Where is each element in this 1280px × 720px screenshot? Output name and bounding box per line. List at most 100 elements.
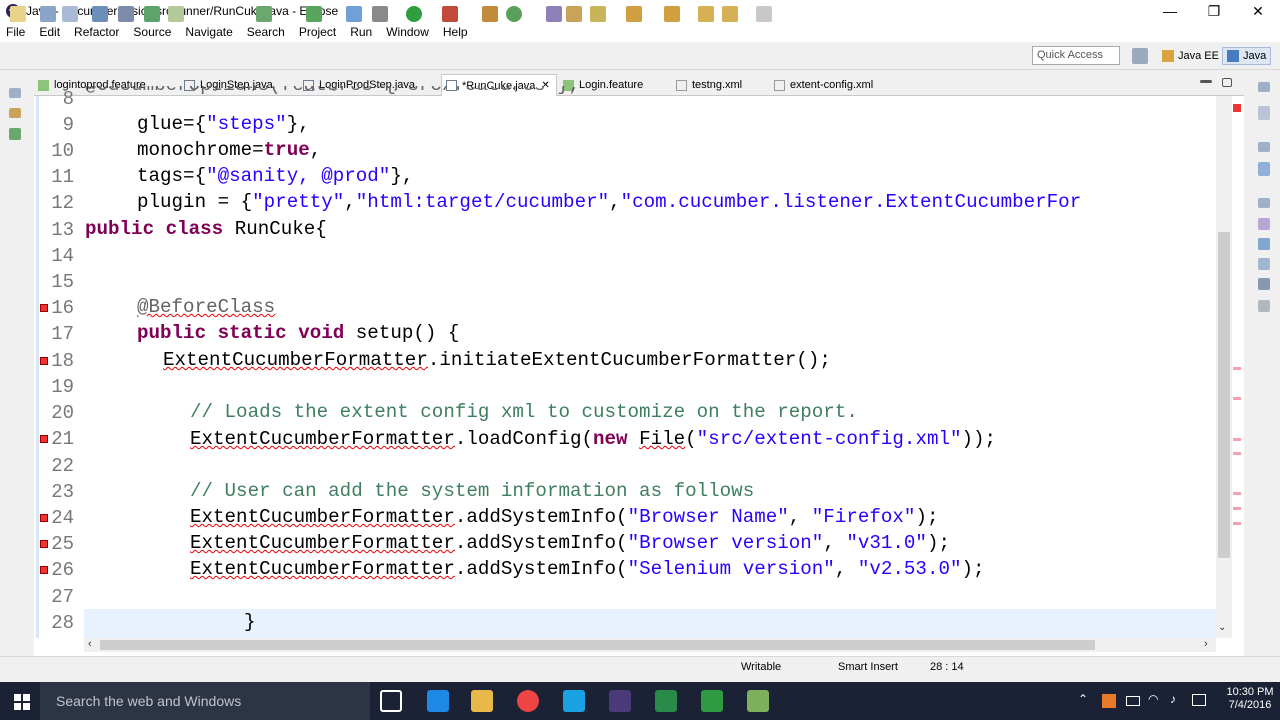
quick-access-input[interactable]: Quick Access — [1032, 46, 1120, 65]
tray-app-icon[interactable] — [1102, 694, 1116, 708]
menu-search[interactable]: Search — [247, 25, 285, 39]
save-icon[interactable] — [40, 6, 56, 22]
back-icon[interactable] — [698, 6, 714, 22]
overview-marker[interactable] — [1233, 507, 1241, 510]
scroll-down-icon[interactable]: ⌄ — [1218, 622, 1226, 633]
annotation-icon[interactable] — [590, 6, 606, 22]
error-marker-icon[interactable] — [40, 357, 48, 365]
error-overview-icon[interactable] — [1233, 104, 1241, 112]
overview-marker[interactable] — [1233, 492, 1241, 495]
package-explorer-icon[interactable] — [9, 108, 21, 118]
notepad-icon[interactable] — [747, 690, 769, 712]
overview-marker[interactable] — [1233, 397, 1241, 400]
edge-icon[interactable] — [427, 690, 449, 712]
new-icon[interactable] — [10, 6, 26, 22]
clock-date: 7/4/2016 — [1228, 699, 1272, 711]
overview-marker[interactable] — [1233, 522, 1241, 525]
menu-run[interactable]: Run — [350, 25, 372, 39]
code-line-26: ExtentCucumberFormatter.addSystemInfo("S… — [190, 558, 985, 580]
perspective-java[interactable]: Java — [1222, 47, 1272, 65]
code-identifier: ExtentCucumberFormatter — [190, 532, 455, 554]
pin-icon[interactable] — [756, 6, 772, 22]
show-hidden-icons-icon[interactable]: ⌃ — [1078, 692, 1088, 706]
progress-icon[interactable] — [1258, 300, 1270, 312]
code-token: .loadConfig( — [454, 428, 594, 450]
problems-icon[interactable] — [1258, 218, 1270, 230]
menu-source[interactable]: Source — [133, 25, 171, 39]
error-marker-icon[interactable] — [40, 514, 48, 522]
task-list-icon[interactable] — [1258, 106, 1270, 120]
chrome-icon[interactable] — [517, 690, 539, 712]
check-icon[interactable] — [306, 6, 322, 22]
close-button[interactable]: ✕ — [1236, 0, 1280, 22]
menu-navigate[interactable]: Navigate — [185, 25, 232, 39]
code-line-8: @CucumberOptions(features={"src/features… — [85, 86, 1215, 96]
perspective-java-ee[interactable]: Java EE — [1158, 47, 1223, 65]
next-annotation-icon[interactable] — [626, 6, 642, 22]
scroll-left-icon[interactable]: ‹ — [88, 638, 92, 650]
settings-icon[interactable] — [372, 6, 388, 22]
overview-marker[interactable] — [1233, 438, 1241, 441]
debug-icon[interactable] — [144, 6, 160, 22]
minimize-button[interactable]: — — [1148, 0, 1192, 22]
run-external-icon[interactable] — [442, 6, 458, 22]
error-marker-icon[interactable] — [40, 435, 48, 443]
forward-icon[interactable] — [722, 6, 738, 22]
taskbar-clock[interactable]: 10:30 PM 7/4/2016 — [1222, 686, 1278, 712]
menu-file[interactable]: File — [6, 25, 25, 39]
restore-view-icon[interactable] — [9, 88, 21, 98]
skip-breakpoints-icon[interactable] — [168, 6, 184, 22]
console-icon[interactable] — [1258, 278, 1270, 290]
save-all-icon[interactable] — [62, 6, 78, 22]
restore-outline-icon[interactable] — [1258, 142, 1270, 152]
hierarchy-icon[interactable] — [9, 128, 21, 140]
vertical-scroll-thumb[interactable] — [1218, 232, 1230, 558]
wizard-icon[interactable] — [346, 6, 362, 22]
camtasia-recorder-icon[interactable] — [701, 690, 723, 712]
error-marker-icon[interactable] — [40, 304, 48, 312]
javadoc-icon[interactable] — [1258, 238, 1270, 250]
restore-bottom-icon[interactable] — [1258, 198, 1270, 208]
open-perspective-icon[interactable] — [1132, 48, 1148, 64]
horizontal-scroll-thumb[interactable] — [100, 640, 1095, 650]
minimize-editor-icon[interactable] — [1200, 80, 1212, 83]
restore-right-icon[interactable] — [1258, 82, 1270, 92]
maximize-editor-icon[interactable] — [1222, 78, 1232, 87]
declaration-icon[interactable] — [1258, 258, 1270, 270]
menu-refactor[interactable]: Refactor — [74, 25, 119, 39]
code-token: .addSystemInfo( — [454, 532, 628, 554]
restore-button[interactable]: ❐ — [1192, 0, 1236, 22]
menu-help[interactable]: Help — [443, 25, 468, 39]
taskbar-search-input[interactable]: Search the web and Windows — [40, 682, 370, 720]
package-icon[interactable] — [482, 6, 498, 22]
error-marker-icon[interactable] — [40, 566, 48, 574]
action-center-icon[interactable] — [1192, 694, 1206, 706]
run-icon[interactable] — [406, 6, 422, 22]
camtasia-icon[interactable] — [655, 690, 677, 712]
overview-marker[interactable] — [1233, 367, 1241, 370]
menu-edit[interactable]: Edit — [39, 25, 60, 39]
new-class-icon[interactable] — [506, 6, 522, 22]
outline-icon[interactable] — [1258, 162, 1270, 176]
error-marker-icon[interactable] — [40, 540, 48, 548]
menu-window[interactable]: Window — [386, 25, 429, 39]
build-icon[interactable] — [256, 6, 272, 22]
toggle-icon[interactable] — [118, 6, 134, 22]
print-icon[interactable] — [92, 6, 108, 22]
scroll-right-icon[interactable]: › — [1204, 638, 1208, 650]
battery-icon[interactable] — [1126, 696, 1140, 706]
prev-annotation-icon[interactable] — [664, 6, 680, 22]
wifi-icon[interactable]: ◠ — [1148, 692, 1158, 706]
open-folder-icon[interactable] — [566, 6, 582, 22]
code-line-18: ExtentCucumberFormatter.initiateExtentCu… — [163, 349, 831, 371]
overview-marker[interactable] — [1233, 452, 1241, 455]
windows-start-icon[interactable] — [14, 694, 30, 710]
skype-icon[interactable] — [563, 690, 585, 712]
eclipse-taskbar-icon[interactable] — [609, 690, 631, 712]
open-type-icon[interactable] — [546, 6, 562, 22]
task-view-icon[interactable] — [380, 690, 402, 712]
code-token: setup() { — [344, 322, 460, 344]
volume-icon[interactable]: ♪ — [1170, 692, 1176, 706]
file-explorer-icon[interactable] — [471, 690, 493, 712]
menu-project[interactable]: Project — [299, 25, 336, 39]
